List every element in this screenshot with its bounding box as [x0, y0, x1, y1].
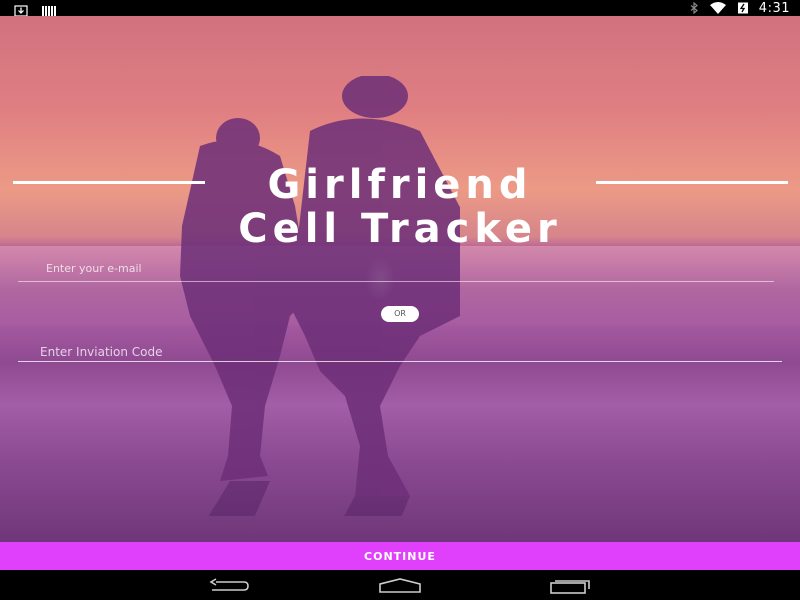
- battery-charging-icon: [737, 0, 749, 18]
- recent-apps-icon[interactable]: [549, 576, 593, 596]
- email-field[interactable]: [46, 262, 772, 279]
- continue-button[interactable]: CONTINUE: [0, 542, 800, 570]
- wifi-icon: [709, 0, 727, 18]
- navigation-bar: [0, 570, 800, 600]
- couple-silhouette: [180, 76, 460, 516]
- status-time: 4:31: [758, 0, 790, 16]
- title-line-1: Girlfriend: [267, 162, 533, 208]
- email-underline: [18, 281, 774, 282]
- back-icon[interactable]: [206, 576, 250, 596]
- or-badge: OR: [381, 306, 419, 322]
- bluetooth-icon: [689, 0, 699, 18]
- status-bar-right: 4:31: [689, 0, 790, 16]
- background-photo: [0, 16, 800, 542]
- invitation-code-underline: [18, 361, 782, 362]
- status-bar: 4:31: [0, 0, 800, 17]
- title-line-2: Cell Tracker: [238, 206, 562, 252]
- home-icon[interactable]: [378, 576, 422, 596]
